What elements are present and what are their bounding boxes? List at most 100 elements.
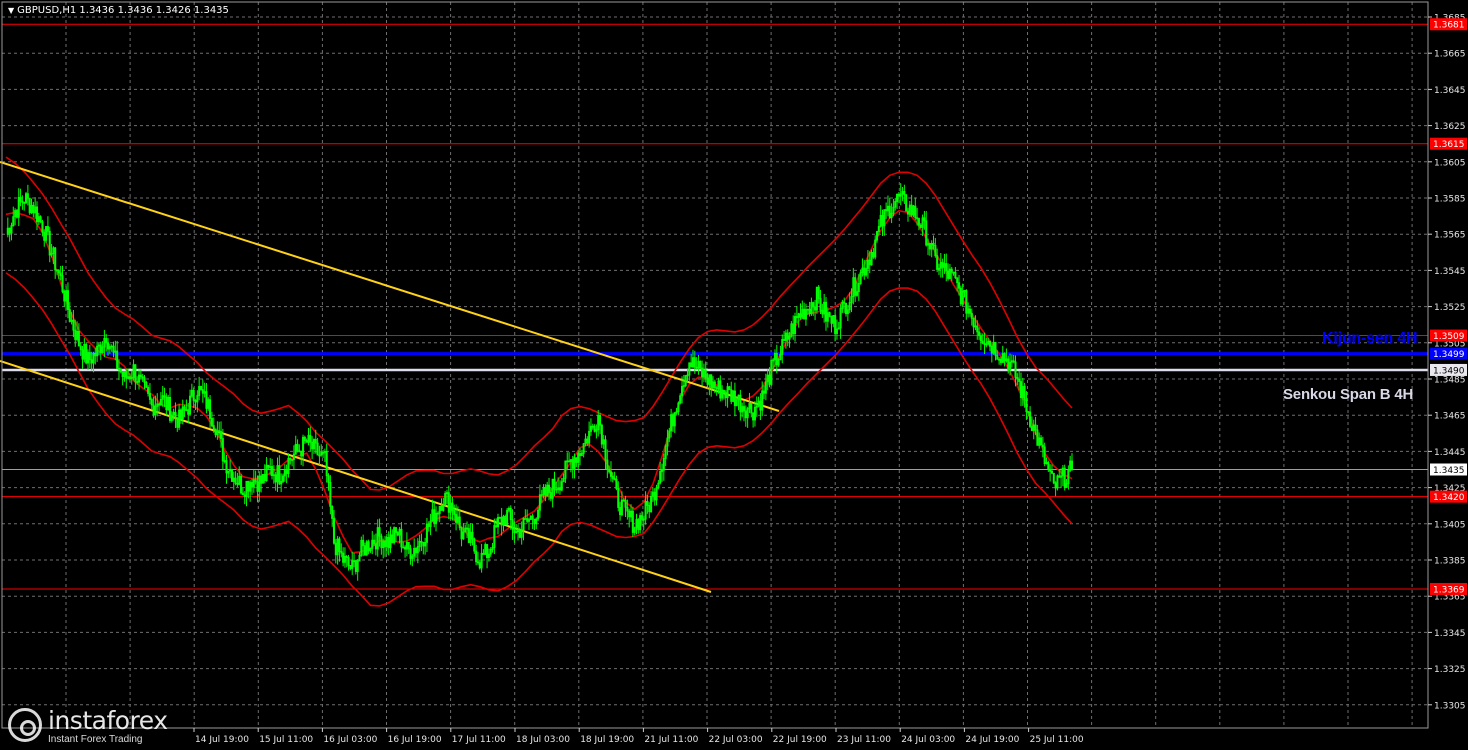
candle-body bbox=[1036, 429, 1039, 446]
y-tick-label: 1.3585 bbox=[1434, 195, 1466, 205]
candle-body bbox=[278, 465, 281, 485]
candle-body bbox=[558, 487, 561, 491]
candle-body bbox=[250, 482, 254, 488]
candle-body bbox=[168, 396, 172, 421]
candle-body bbox=[134, 364, 137, 382]
trendline-lower bbox=[0, 360, 712, 593]
candle-body bbox=[15, 210, 18, 218]
candle-body bbox=[331, 505, 334, 519]
menu-triangle-icon[interactable]: ▼ bbox=[8, 6, 14, 15]
x-tick-label: 23 Jul 11:00 bbox=[837, 735, 891, 745]
candle-body bbox=[1058, 475, 1061, 478]
candle-body bbox=[950, 268, 953, 273]
price-tag-label: 1.3681 bbox=[1433, 21, 1465, 31]
candle-body bbox=[653, 491, 656, 501]
candle-body bbox=[28, 197, 31, 214]
y-tick-label: 1.3465 bbox=[1434, 412, 1466, 422]
candle-body bbox=[830, 315, 833, 324]
candle-body bbox=[954, 271, 957, 279]
x-tick-label: 24 Jul 03:00 bbox=[901, 735, 955, 745]
x-tick-label: 21 Jul 11:00 bbox=[644, 735, 698, 745]
candle-body bbox=[983, 342, 986, 345]
price-tag-label: 1.3420 bbox=[1433, 493, 1465, 503]
candle-body bbox=[1049, 469, 1052, 472]
candle-body bbox=[373, 539, 376, 545]
candle-body bbox=[611, 475, 614, 479]
candle-body bbox=[495, 525, 498, 528]
candle-body bbox=[72, 319, 75, 331]
price-tag-label: 1.3509 bbox=[1433, 332, 1465, 342]
candle-body bbox=[363, 545, 367, 556]
candle-body bbox=[575, 457, 578, 463]
candle-body bbox=[600, 424, 603, 445]
symbol-header[interactable]: ▼ GBPUSD,H1 1.3436 1.3436 1.3426 1.3435 bbox=[8, 5, 229, 16]
candle-body bbox=[518, 529, 521, 538]
x-tick-label: 24 Jul 19:00 bbox=[965, 735, 1019, 745]
candle-body bbox=[451, 502, 454, 511]
candle-body bbox=[824, 301, 828, 322]
candle-body bbox=[868, 259, 871, 266]
x-tick-label: 22 Jul 19:00 bbox=[773, 735, 827, 745]
axes: 1.36851.36651.36451.36251.36051.35851.35… bbox=[1, 1, 1467, 745]
candle-body bbox=[914, 205, 917, 219]
candle-body bbox=[750, 403, 753, 414]
candle-body bbox=[436, 512, 439, 515]
candles bbox=[6, 183, 1074, 581]
candle-body bbox=[812, 302, 815, 308]
candle-body bbox=[795, 316, 798, 319]
candle-body bbox=[174, 411, 177, 418]
candle-body bbox=[112, 345, 115, 353]
candle-body bbox=[19, 196, 22, 202]
candle-body bbox=[671, 414, 674, 427]
candle-body bbox=[143, 377, 146, 383]
candle-body bbox=[1047, 462, 1050, 471]
candle-body bbox=[799, 313, 802, 318]
candle-body bbox=[500, 517, 503, 526]
candle-body bbox=[145, 381, 148, 388]
candle-body bbox=[209, 399, 212, 419]
logo-tagline: Instant Forex Trading bbox=[48, 734, 143, 745]
lower-band bbox=[5, 272, 1073, 607]
candle-body bbox=[254, 479, 257, 483]
candle-body bbox=[919, 224, 922, 228]
candle-body bbox=[888, 205, 891, 218]
candle-body bbox=[354, 560, 357, 572]
candle-body bbox=[420, 540, 423, 543]
candle-body bbox=[917, 218, 920, 226]
candle-body bbox=[267, 464, 270, 468]
candle-body bbox=[786, 332, 789, 340]
candle-body bbox=[979, 335, 982, 342]
candle-body bbox=[285, 470, 288, 474]
candle-body bbox=[706, 377, 709, 385]
candle-body bbox=[897, 193, 900, 197]
y-tick-label: 1.3385 bbox=[1434, 557, 1466, 567]
candle-body bbox=[1050, 470, 1053, 474]
candle-body bbox=[471, 531, 474, 540]
y-tick-label: 1.3305 bbox=[1434, 701, 1466, 711]
candle-body bbox=[606, 459, 609, 470]
candle-body bbox=[640, 515, 643, 520]
candle-body bbox=[1034, 424, 1037, 431]
candle-body bbox=[733, 390, 736, 407]
candle-body bbox=[329, 481, 332, 507]
candle-body bbox=[599, 415, 602, 426]
candle-body bbox=[147, 387, 150, 394]
candle-body bbox=[23, 202, 26, 204]
candle-body bbox=[710, 374, 713, 389]
candle-body bbox=[533, 518, 536, 525]
candle-body bbox=[26, 193, 29, 199]
candle-body bbox=[768, 374, 771, 385]
candle-body bbox=[586, 438, 589, 444]
candle-body bbox=[637, 519, 640, 531]
trendline-upper bbox=[0, 161, 780, 412]
candle-body bbox=[230, 468, 233, 482]
candle-body bbox=[1043, 446, 1046, 465]
candle-body bbox=[256, 481, 259, 492]
plot-frame bbox=[1, 1, 1429, 729]
candle-body bbox=[125, 371, 128, 379]
candle-body bbox=[296, 443, 299, 452]
candle-body bbox=[613, 478, 616, 480]
x-tick-label: 17 Jul 11:00 bbox=[452, 735, 506, 745]
candle-body bbox=[48, 230, 51, 256]
candle-body bbox=[66, 290, 69, 310]
